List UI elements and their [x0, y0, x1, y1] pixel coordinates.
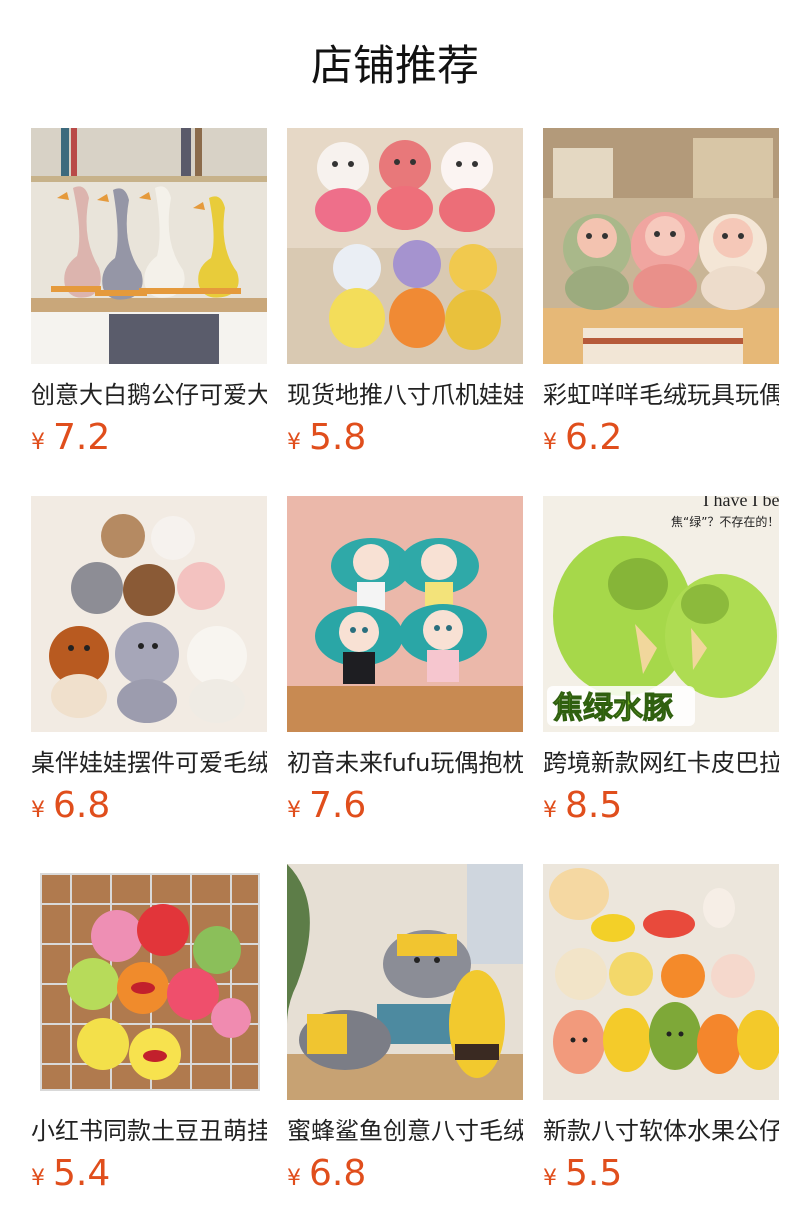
- white-goose-plush-image[interactable]: [31, 128, 267, 364]
- currency-symbol: ¥: [543, 1166, 557, 1191]
- product-badge-text: 焦绿水豚: [553, 691, 673, 726]
- price-value: 6.2: [565, 417, 623, 458]
- product-card[interactable]: 蜜蜂鲨鱼创意八寸毛绒公仔 ¥6.8: [287, 864, 523, 1229]
- product-price: ¥8.5: [543, 784, 779, 828]
- price-value: 5.5: [565, 1153, 623, 1194]
- product-card[interactable]: 新款八寸软体水果公仔玩偶 ¥5.5: [543, 864, 779, 1229]
- product-price: ¥6.8: [31, 784, 267, 828]
- currency-symbol: ¥: [287, 430, 301, 455]
- product-price: ¥5.5: [543, 1152, 779, 1196]
- product-price: ¥5.4: [31, 1152, 267, 1196]
- currency-symbol: ¥: [31, 798, 45, 823]
- product-card[interactable]: I have I be 焦“绿”？不存在的！ 焦绿水豚 跨境新款网红卡皮巴拉毛绒…: [543, 496, 779, 861]
- miku-fufu-plush-image[interactable]: [287, 496, 523, 732]
- fruit-plush-dolls-image[interactable]: [287, 128, 523, 364]
- currency-symbol: ¥: [543, 798, 557, 823]
- product-name[interactable]: 新款八寸软体水果公仔玩偶: [543, 1114, 779, 1148]
- product-name[interactable]: 跨境新款网红卡皮巴拉毛绒公仔: [543, 746, 779, 780]
- product-price: ¥6.2: [543, 416, 779, 460]
- price-value: 7.6: [309, 785, 367, 826]
- product-price: ¥5.8: [287, 416, 523, 460]
- animal-plush-set-image[interactable]: [31, 496, 267, 732]
- product-name[interactable]: 蜜蜂鲨鱼创意八寸毛绒公仔: [287, 1114, 523, 1148]
- product-price: ¥6.8: [287, 1152, 523, 1196]
- currency-symbol: ¥: [31, 430, 45, 455]
- product-card[interactable]: 桌伴娃娃摆件可爱毛绒公仔 ¥6.8: [31, 496, 267, 861]
- product-card[interactable]: 初音未来fufu玩偶抱枕公仔 ¥7.6: [287, 496, 523, 861]
- soft-fruit-plush-image[interactable]: [543, 864, 779, 1100]
- product-price: ¥7.2: [31, 416, 267, 460]
- currency-symbol: ¥: [543, 430, 557, 455]
- page-title: 店铺推荐: [310, 41, 479, 90]
- currency-symbol: ¥: [31, 1166, 45, 1191]
- product-card[interactable]: 小红书同款土豆丑萌挂件公仔 ¥5.4: [31, 864, 267, 1229]
- product-card[interactable]: 创意大白鹅公仔可爱大鹅毛绒玩具 ¥7.2: [31, 128, 267, 493]
- ugly-cute-pendant-image[interactable]: [31, 864, 267, 1100]
- product-name[interactable]: 小红书同款土豆丑萌挂件公仔: [31, 1114, 267, 1148]
- price-value: 6.8: [309, 1153, 367, 1194]
- product-name[interactable]: 现货地推八寸爪机娃娃水果公仔: [287, 378, 523, 412]
- product-card[interactable]: 现货地推八寸爪机娃娃水果公仔 ¥5.8: [287, 128, 523, 493]
- product-price: ¥7.6: [287, 784, 523, 828]
- store-recommendations-page: 店铺推荐 创意大白鹅公仔可爱大 ¥ 7.2 现货地推八寸爪机娃娃 ¥ 5.8 彩…: [0, 0, 790, 1232]
- speech-bubble-text: 焦“绿”？不存在的！: [671, 514, 779, 529]
- bee-shark-plush-image[interactable]: [287, 864, 523, 1100]
- product-name[interactable]: 创意大白鹅公仔可爱大鹅毛绒玩具: [31, 378, 267, 412]
- price-value: 5.8: [309, 417, 367, 458]
- product-name[interactable]: 彩虹咩咩毛绒玩具玩偶公仔: [543, 378, 779, 412]
- product-grid: 创意大白鹅公仔可爱大鹅毛绒玩具 ¥7.2: [31, 128, 779, 1229]
- price-value: 8.5: [565, 785, 623, 826]
- capybara-plush-image[interactable]: I have I be 焦“绿”？不存在的！ 焦绿水豚: [543, 496, 779, 732]
- price-value: 7.2: [53, 417, 111, 458]
- currency-symbol: ¥: [287, 1166, 301, 1191]
- product-name[interactable]: 初音未来fufu玩偶抱枕公仔: [287, 746, 523, 780]
- price-value: 5.4: [53, 1153, 111, 1194]
- background-text: I have I be: [703, 496, 779, 510]
- product-name[interactable]: 桌伴娃娃摆件可爱毛绒公仔: [31, 746, 267, 780]
- product-card[interactable]: 彩虹咩咩毛绒玩具玩偶公仔 ¥6.2: [543, 128, 779, 493]
- price-value: 6.8: [53, 785, 111, 826]
- sheep-plush-image[interactable]: [543, 128, 779, 364]
- currency-symbol: ¥: [287, 798, 301, 823]
